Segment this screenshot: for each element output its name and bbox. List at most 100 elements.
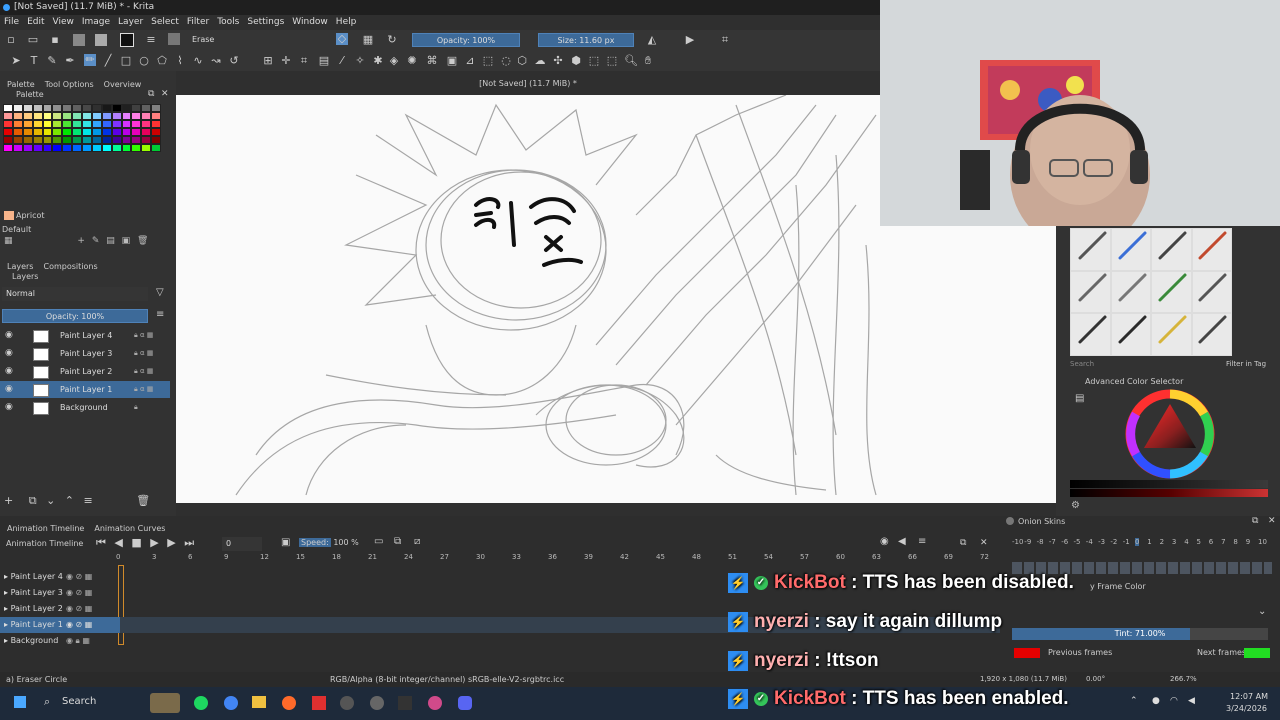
palette-swatch[interactable] [91, 120, 102, 128]
menu-tools[interactable]: Tools [213, 15, 243, 30]
visibility-icon[interactable]: ◉ ⊘ ▦ [66, 617, 92, 633]
microphone-icon[interactable]: ● [1152, 696, 1160, 706]
delete-layer-icon[interactable]: 🗑︎ [136, 494, 150, 507]
eye-icon[interactable]: ◉ [5, 363, 13, 380]
taskbar-search-label[interactable]: Search [62, 696, 96, 707]
pattern-icon[interactable] [95, 34, 107, 46]
tab-tool-options[interactable]: Tool Options [40, 80, 99, 89]
palette-swatch[interactable] [121, 120, 132, 128]
layer-row[interactable]: ◉ Paint Layer 3 🔒︎ α ▦ [0, 345, 170, 362]
palette-swatch[interactable] [82, 104, 92, 112]
tab-animation-curves[interactable]: Animation Curves [89, 524, 170, 533]
menu-filter[interactable]: Filter [183, 15, 213, 30]
crop-tool-icon[interactable]: ⌗ [298, 55, 310, 67]
palette-swatch[interactable] [121, 144, 132, 152]
windows-start-icon[interactable] [14, 696, 26, 708]
calligraphy-icon[interactable]: ✒ [64, 55, 76, 67]
dynamic-brush-icon[interactable]: ↺ [228, 55, 240, 67]
timeline-menu-icon[interactable]: ≡ [918, 536, 926, 547]
palette-swatch[interactable] [52, 104, 63, 112]
palette-swatch[interactable] [151, 104, 161, 112]
palette-swatch[interactable] [32, 104, 43, 112]
color-selector-menu-icon[interactable]: ▤ [1075, 393, 1084, 404]
last-frame-icon[interactable]: ⏭︎ [184, 536, 194, 549]
timeline-layer-row[interactable]: ▸ Background ◉ 🔒︎ ▦ [0, 633, 120, 649]
palette-swatch[interactable] [22, 112, 33, 120]
obs-icon[interactable] [370, 696, 384, 710]
mirror-vertical-icon[interactable]: ▶ [684, 34, 696, 46]
clock-date[interactable]: 3/24/2026 [1226, 704, 1267, 713]
freehand-select-icon[interactable]: ☁ [534, 55, 546, 67]
lock-icon[interactable]: 🔒︎ α ▦ [134, 381, 153, 398]
palette-swatch[interactable] [101, 120, 112, 128]
palette-swatch[interactable] [72, 120, 82, 128]
palette-swatch[interactable] [111, 120, 122, 128]
layer-row[interactable]: ◉ Paint Layer 2 🔒︎ α ▦ [0, 363, 170, 380]
palette-swatch[interactable] [72, 136, 82, 144]
layer-menu-icon[interactable]: ≡ [156, 309, 164, 320]
menu-edit[interactable]: Edit [23, 15, 48, 30]
palette-swatch[interactable] [91, 136, 102, 144]
tab-animation-timeline[interactable]: Animation Timeline [2, 524, 89, 533]
eye-icon[interactable]: ◉ [5, 327, 13, 344]
palette-swatch[interactable] [82, 136, 92, 144]
menu-help[interactable]: Help [332, 15, 361, 30]
filter-in-tag-checkbox[interactable]: Filter in Tag [1226, 360, 1266, 368]
polygon-tool-icon[interactable]: ⬠ [156, 55, 168, 67]
layer-opacity-slider[interactable]: Opacity: 100% [2, 309, 148, 323]
timeline-ruler[interactable]: 0 3 6 9 12 15 18 21 24 27 30 33 36 39 42… [0, 553, 1000, 565]
palette-swatch[interactable] [62, 144, 73, 152]
rect-select-icon[interactable]: ⬚ [482, 55, 494, 67]
palette-swatch[interactable] [131, 104, 142, 112]
close-icon[interactable]: ✕ [161, 89, 169, 99]
palette-swatch[interactable] [42, 128, 53, 136]
news-widget-icon[interactable] [150, 693, 180, 713]
firefox-icon[interactable] [282, 696, 296, 710]
palette-swatch[interactable] [12, 128, 23, 136]
measure-tool-icon[interactable]: ⊿ [464, 55, 476, 67]
palette-swatch[interactable] [111, 104, 122, 112]
palette-swatch[interactable] [3, 144, 13, 152]
layer-row[interactable]: ◉ Background 🔒︎ [0, 399, 170, 416]
palette-swatch[interactable] [3, 104, 13, 112]
ellipse-tool-icon[interactable]: ○ [138, 55, 150, 67]
float-panel-icon[interactable]: ⧉ [148, 89, 154, 99]
palette-swatch[interactable] [131, 136, 142, 144]
palette-swatch[interactable] [91, 128, 102, 136]
brush-preset-field[interactable]: Erase [188, 33, 328, 47]
mirror-horizontal-icon[interactable]: ◭ [646, 34, 658, 46]
palette-swatch[interactable] [151, 136, 161, 144]
magnetic-select-icon[interactable]: ⬚ [606, 55, 618, 67]
palette-swatch[interactable] [42, 120, 53, 128]
brush-preset-icon[interactable] [168, 33, 180, 45]
file-explorer-icon[interactable] [252, 696, 266, 708]
palette-swatch[interactable] [101, 136, 112, 144]
palette-swatch[interactable] [91, 112, 102, 120]
lock-icon[interactable]: 🔒︎ α ▦ [134, 327, 153, 344]
palette-swatch[interactable] [91, 104, 102, 112]
blend-mode-select[interactable]: Normal [2, 287, 148, 301]
tab-palette[interactable]: Palette [2, 80, 40, 89]
media-player-icon[interactable] [398, 696, 412, 710]
layer-row-selected[interactable]: ◉ Paint Layer 1 🔒︎ α ▦ [0, 381, 170, 398]
menu-layer[interactable]: Layer [114, 15, 147, 30]
palette-swatch[interactable] [22, 104, 33, 112]
palette-swatch[interactable] [12, 136, 23, 144]
audio-icon[interactable]: ◀ [898, 536, 906, 547]
eye-icon[interactable]: ◉ [5, 345, 13, 362]
palette-swatch[interactable] [131, 144, 142, 152]
palette-swatch[interactable] [131, 120, 142, 128]
palette-swatch[interactable] [82, 120, 92, 128]
palette-swatch[interactable] [52, 120, 63, 128]
palette-swatch[interactable] [101, 104, 112, 112]
eraser-mode-icon[interactable]: ◇ [336, 33, 348, 45]
add-swatch-icon[interactable]: + [77, 236, 85, 246]
menu-image[interactable]: Image [78, 15, 114, 30]
save-icon[interactable]: ▪ [49, 34, 61, 46]
drop-frames-icon[interactable]: ▣ [281, 537, 290, 548]
palette-swatch[interactable] [151, 120, 161, 128]
multibrush-icon[interactable]: ✺ [406, 55, 418, 67]
pan-tool-icon[interactable]: ✋︎ [642, 55, 654, 67]
timeline-layer-row[interactable]: ▸ Paint Layer 3 ◉ ⊘ ▦ [0, 585, 120, 601]
palette-swatch[interactable] [101, 144, 112, 152]
